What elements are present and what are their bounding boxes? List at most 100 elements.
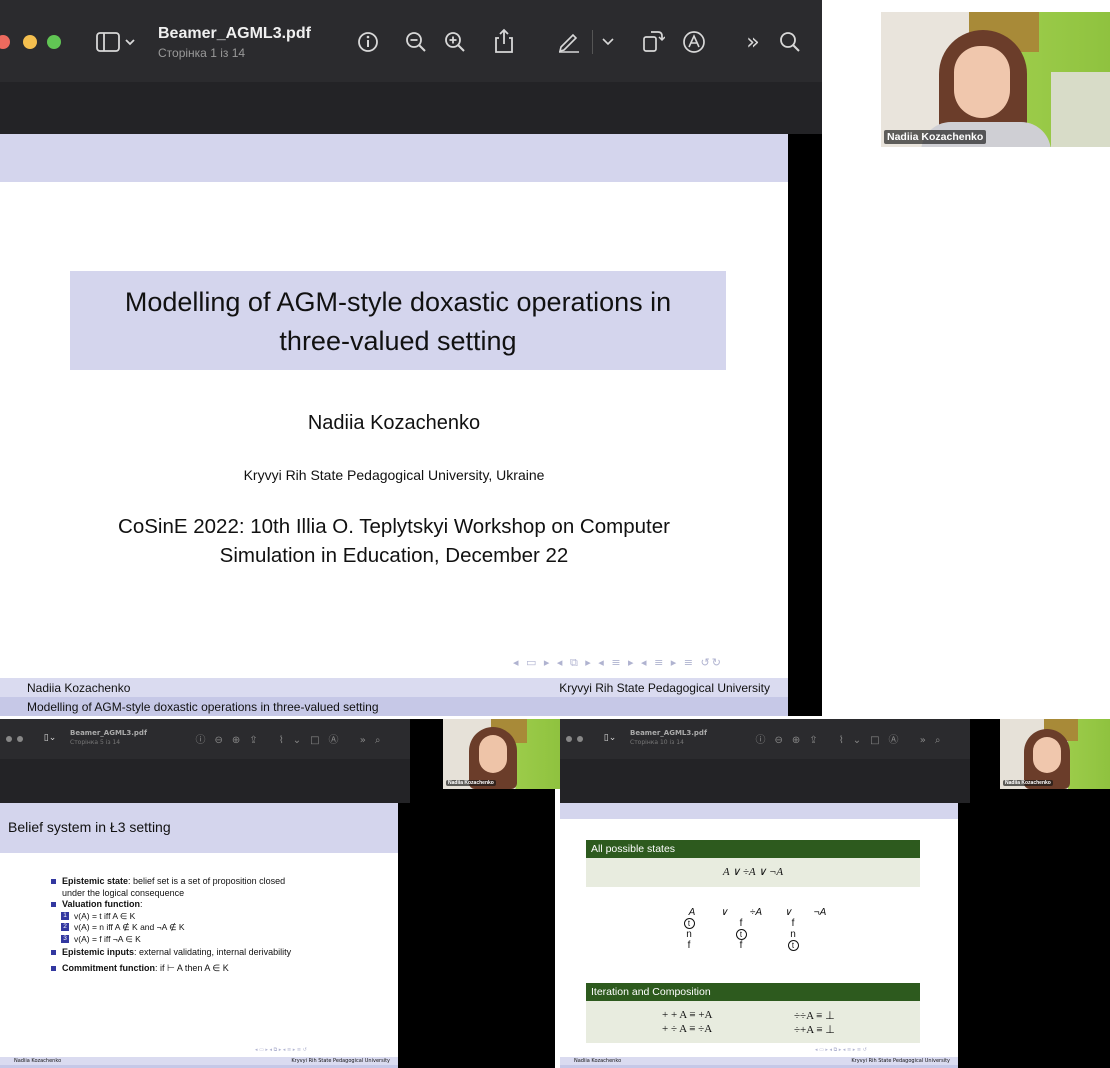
header-cell: A (688, 907, 696, 918)
toolbar-icons: ⓘ⊖⊕⇪ ⌇⌄□Ⓐ »⌕ (755, 734, 950, 746)
conference-line1: CoSinE 2022: 10th Illia O. Teplytskyi Wo… (118, 515, 670, 538)
table-cell: n (790, 929, 796, 940)
block-title-iteration: Iteration and Composition (586, 983, 920, 1001)
viewer-background (0, 759, 410, 803)
bullet-text: : (140, 899, 143, 909)
table-cell: n (686, 929, 692, 940)
traffic-light-minimize (577, 736, 583, 742)
main-screen-share: Beamer_AGML3.pdf Сторінка 1 із 14 » Mode… (0, 0, 822, 716)
truth-table-row: n t n (676, 929, 806, 940)
footer-university: Kryvyi Rih State Pedagogical University (559, 680, 770, 695)
document-title: Beamer_AGML3.pdf (630, 729, 707, 737)
toolbar-icons: ⓘ⊖⊕⇪ ⌇⌄□Ⓐ »⌕ (195, 734, 390, 746)
traffic-light-close (566, 736, 572, 742)
footer-author: Nadiia Kozachenko (27, 680, 131, 695)
info-icon[interactable] (356, 30, 380, 54)
page-indicator: Сторінка 1 із 14 (158, 46, 246, 60)
bullet-commitment: Commitment function: if ⊢ A then A ∈ K (50, 963, 390, 975)
more-tools-chevron-icon[interactable]: » (741, 30, 765, 55)
traffic-light-close[interactable] (0, 35, 10, 49)
sub-item-text: v(A) = n iff A ∉ K and ¬A ∉ K (74, 922, 185, 932)
slide-footer-top: Nadiia Kozachenko Kryvyi Rih State Pedag… (0, 678, 788, 697)
traffic-light-minimize (17, 736, 23, 742)
participant-face (954, 46, 1010, 118)
participant-name-label: Nadiia Kozachenko (884, 130, 987, 144)
sub-item-text: v(A) = t iff A ∈ K (74, 910, 136, 921)
footer-university: Kryvyi Rih State Pedagogical University (291, 1058, 390, 1064)
item-number: 2 (61, 923, 69, 931)
zoom-out-icon[interactable] (404, 30, 428, 54)
toolbar-divider (592, 30, 593, 54)
truth-table-row: f f t (676, 940, 806, 951)
slide-title-box: Modelling of AGM-style doxastic operatio… (70, 271, 726, 370)
header-band (0, 134, 788, 182)
markup-pen-icon[interactable] (556, 30, 582, 54)
block-body-iteration: + + A ≡ +A + ÷ A ≡ ÷A ÷÷A ≡ ⊥ ÷+A ≡ ⊥ (586, 1001, 920, 1043)
circled-value: t (683, 918, 695, 929)
belief-system-slide: Belief system in Ł3 setting Epistemic st… (0, 803, 398, 1068)
participant-video-small-right[interactable]: Nadiia Kozachenko (1000, 719, 1110, 789)
participant-name-label: Nadiia Kozachenko (446, 780, 496, 786)
participant-video[interactable]: Nadiia Kozachenko (881, 12, 1110, 147)
footer-university: Kryvyi Rih State Pedagogical University (851, 1058, 950, 1064)
sub-item-2: 2 v(A) = n iff A ∉ K and ¬A ∉ K (50, 922, 390, 934)
sidebar-toggle-icon[interactable] (95, 30, 137, 54)
markup-dropdown-chevron-icon[interactable] (600, 32, 616, 52)
document-title: Beamer_AGML3.pdf (158, 25, 311, 42)
bullet-bold: Commitment function (62, 962, 155, 973)
slide-title-line2: three-valued setting (279, 326, 517, 356)
participant-face (1033, 737, 1061, 773)
bullet-list: Epistemic state: belief set is a set of … (50, 876, 390, 974)
bullet-text: : if ⊢ A then A ∈ K (155, 962, 229, 973)
annotate-circle-icon[interactable] (681, 29, 707, 55)
sub-item-1: 1 v(A) = t iff A ∈ K (50, 911, 390, 923)
beamer-navigation-symbols: ◂ ▭ ▸ ◂ ⧉ ▸ ◂ ≡ ▸ ≡ ↺ (815, 1047, 867, 1053)
truth-table-header: A ∨ ÷A ∨ ¬A (676, 907, 836, 918)
page-indicator: Сторінка 10 із 14 (630, 739, 684, 746)
sub-item-3: 3 v(A) = f iff ¬A ∈ K (50, 934, 390, 946)
bullet-bold: Epistemic state (62, 876, 129, 886)
block-body-all-states: A ∨ ÷A ∨ ¬A (586, 858, 920, 887)
states-slide: All possible states A ∨ ÷A ∨ ¬A A ∨ ÷A ∨… (560, 803, 958, 1068)
iteration-right-2: ÷+A ≡ ⊥ (794, 1024, 835, 1036)
slide-footer-top: Nadiia Kozachenko Kryvyi Rih State Pedag… (0, 1057, 398, 1065)
header-cell: ∨ (720, 907, 728, 918)
circled-value: t (787, 940, 799, 951)
slide-author: Nadiia Kozachenko (307, 412, 481, 434)
pdf-viewer-titlebar-small: ▯⌄ Beamer_AGML3.pdf Сторінка 10 із 14 ⓘ⊖… (560, 719, 970, 759)
page-indicator: Сторінка 5 із 14 (70, 739, 121, 746)
traffic-light-zoom[interactable] (47, 35, 61, 49)
bullet-bold: Epistemic inputs (62, 947, 135, 957)
table-cell: f (791, 918, 795, 929)
formula-all-states: A ∨ ÷A ∨ ¬A (722, 866, 784, 878)
iteration-left-2: + ÷ A ≡ ÷A (662, 1023, 713, 1035)
search-icon[interactable] (778, 30, 802, 54)
viewer-background (560, 759, 970, 803)
document-title: Beamer_AGML3.pdf (70, 729, 147, 737)
beamer-navigation-symbols[interactable]: ◂ ▭ ▸ ◂ ⧉ ▸ ◂ ≡ ▸ ◂ ≡ ▸ ≡ ↺↻ (513, 656, 723, 670)
conference-line2: Simulation in Education, December 22 (219, 544, 569, 567)
iteration-left-1: + + A ≡ +A (662, 1009, 713, 1021)
rotate-icon[interactable] (640, 28, 666, 54)
circled-value: t (735, 929, 747, 940)
pdf-viewer-titlebar-small: ▯⌄ Beamer_AGML3.pdf Сторінка 5 із 14 ⓘ⊖⊕… (0, 719, 410, 759)
participant-face (479, 735, 507, 773)
traffic-light-close (6, 736, 12, 742)
sidebar-toggle-icon: ▯⌄ (43, 733, 57, 743)
header-cell: ¬A (813, 907, 827, 918)
table-cell: f (739, 918, 743, 929)
video-plant (1051, 72, 1110, 147)
truth-table: A ∨ ÷A ∨ ¬A t f f n t n f f t (683, 907, 826, 951)
item-number: 1 (61, 911, 69, 920)
bullet-text: : external validating, internal derivabi… (134, 947, 292, 957)
slide-institution: Kryvyi Rih State Pedagogical University,… (243, 467, 545, 483)
zoom-in-icon[interactable] (443, 30, 467, 54)
footer-title: Modelling of AGM-style doxastic operatio… (27, 700, 379, 714)
traffic-light-minimize[interactable] (23, 35, 37, 49)
participant-video-small-left[interactable]: Nadiia Kozachenko (443, 719, 560, 789)
slide-footer-bottom: Modelling of AGM-style doxastic operatio… (0, 697, 788, 716)
share-icon[interactable] (492, 27, 516, 55)
footer-author: Nadiia Kozachenko (14, 1058, 62, 1064)
slide-conference: CoSinE 2022: 10th Illia O. Teplytskyi Wo… (80, 512, 708, 570)
truth-table-row: t f f (676, 918, 806, 929)
